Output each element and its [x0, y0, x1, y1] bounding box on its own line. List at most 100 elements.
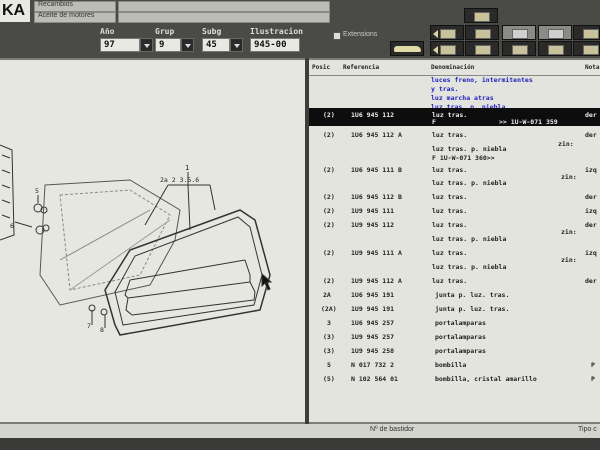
- top-input-3[interactable]: [118, 1, 330, 12]
- row-sub: F: [432, 118, 436, 126]
- row-den: luz tras.: [432, 221, 468, 229]
- row-den: luz tras. p. niebla: [432, 263, 507, 271]
- document-icon: [474, 12, 490, 22]
- illustration-pane[interactable]: 1 2a 2 3.5.6 5 6 7 8: [0, 60, 306, 422]
- toolbar-button-2[interactable]: [573, 25, 600, 40]
- top-label-2: Aceite de motores: [38, 12, 95, 19]
- vehicle-button[interactable]: [390, 41, 424, 56]
- row-pos: (2): [323, 207, 335, 215]
- row-den: bombilla: [435, 361, 467, 369]
- row-extra: izq: [585, 166, 597, 174]
- table-row[interactable]: (3) 1U9 945 257 portalamparas: [309, 330, 600, 344]
- toolbar-button-5[interactable]: [502, 41, 536, 56]
- grup-label: Grup: [155, 27, 175, 36]
- window-icon: [548, 29, 564, 39]
- table-row[interactable]: 3 1U6 945 257 portalamparas: [309, 316, 600, 330]
- top-input-4[interactable]: [118, 12, 330, 23]
- list-icon: [512, 45, 528, 55]
- table-row[interactable]: luz tras. p. niebla: [309, 260, 600, 274]
- header-denominacion: Denominación: [431, 64, 475, 71]
- tail-light-illustration: 1 2a 2 3.5.6 5 6 7 8: [0, 144, 273, 336]
- table-row[interactable]: (3) 1U9 945 258 portalamparas: [309, 344, 600, 358]
- page-icon: [440, 29, 456, 39]
- pencil-icon: [548, 45, 564, 55]
- row-ref: 1U6 945 112 B: [351, 193, 402, 201]
- diagram-label-2: 2a 2 3.5.6: [160, 176, 199, 184]
- row-pos: (2): [323, 277, 335, 285]
- table-row[interactable]: 5 N 017 732 2 bombilla P: [309, 358, 600, 372]
- row-ref: 1U6 945 257: [351, 319, 395, 327]
- row-ref: 1U6 945 191: [351, 291, 395, 299]
- table-row[interactable]: (2) 1U9 945 111 A luz tras. izq: [309, 246, 600, 260]
- anio-dropdown-button[interactable]: [140, 38, 153, 52]
- table-row[interactable]: luz tras. p. niebla: [309, 232, 600, 246]
- row-den: F 1U-W-071 360>>: [432, 154, 495, 162]
- grup-dropdown-button[interactable]: [181, 38, 194, 52]
- row-ref: 1U9 945 112: [351, 221, 395, 229]
- row-den: luz tras.: [432, 249, 468, 257]
- row-pos: (2): [323, 166, 335, 174]
- row-ref: 1U9 945 258: [351, 347, 395, 355]
- toolbar-button-4[interactable]: [465, 41, 499, 56]
- row-den: luz tras.: [432, 131, 468, 139]
- toolbar-button-gray-1[interactable]: [502, 25, 536, 40]
- row-extra: der: [585, 131, 597, 139]
- table-row[interactable]: (2) 1U6 945 112 B luz tras. der: [309, 190, 600, 204]
- row-extra: P: [591, 375, 595, 383]
- row-den: luz tras.: [432, 166, 468, 174]
- row-pos: (2): [323, 131, 335, 139]
- table-header: Posic Referencia Denominación Nota: [309, 64, 600, 75]
- extensions-label: Extensions: [343, 31, 378, 38]
- table-row[interactable]: (2) 1U9 945 112 A luz tras. der: [309, 274, 600, 288]
- status-bar: Nº de bastidor Tipo c: [0, 424, 600, 438]
- row-pos: (2): [323, 249, 335, 257]
- parts-list: Posic Referencia Denominación Nota luces…: [309, 60, 600, 422]
- toolbar-button-6[interactable]: [538, 41, 572, 56]
- row-pos: (2): [323, 221, 335, 229]
- row-den: portalamparas: [435, 333, 486, 341]
- grup-field[interactable]: 9: [155, 38, 181, 52]
- row-pos: (3): [323, 347, 335, 355]
- top-toolbar: KA Recambios Aceite de motores Año 97 Gr…: [0, 0, 600, 58]
- extensions-checkbox[interactable]: [333, 32, 341, 40]
- diagram-label-8: 8: [100, 326, 104, 334]
- toolbar-button-7[interactable]: [573, 41, 600, 56]
- group-title-line: luz marcha atras: [431, 94, 494, 102]
- subg-label: Subg: [202, 27, 222, 36]
- table-row[interactable]: luz tras. p. niebla: [309, 176, 600, 190]
- document-icon: [583, 29, 599, 39]
- row-ref: 1U9 945 111 A: [351, 249, 402, 257]
- car-icon: [394, 46, 421, 52]
- header-nota: Nota: [585, 64, 600, 71]
- row-extra: der: [585, 193, 597, 201]
- row-extra: P: [591, 361, 595, 369]
- diagram-label-7: 7: [87, 322, 91, 330]
- ilustracion-field[interactable]: 945-00: [250, 38, 300, 52]
- row-den: portalamparas: [435, 319, 486, 327]
- table-row[interactable]: (2) 1U6 945 111 B luz tras. izq: [309, 163, 600, 177]
- subg-field[interactable]: 45: [202, 38, 230, 52]
- next-page-button[interactable]: [465, 25, 499, 40]
- ilustracion-label: Ilustracion: [250, 27, 303, 36]
- toolbar-button-3[interactable]: [430, 41, 464, 56]
- header-referencia: Referencia: [343, 64, 380, 71]
- group-title-line: luces freno, intermitentes: [431, 76, 533, 84]
- toolbar-button-1[interactable]: [464, 8, 498, 23]
- subg-dropdown-button[interactable]: [230, 38, 243, 52]
- page-icon: [475, 29, 491, 39]
- anio-field[interactable]: 97: [100, 38, 140, 52]
- toolbar-button-gray-2[interactable]: [538, 25, 572, 40]
- table-row[interactable]: (2) 1U9 945 112 luz tras. der: [309, 218, 600, 232]
- table-row[interactable]: (2) 1U6 945 112 A luz tras. der: [309, 128, 600, 142]
- table-row[interactable]: (2) 1U9 945 111 luz tras. izq: [309, 204, 600, 218]
- row-ref: N 102 564 01: [351, 375, 398, 383]
- prev-page-button[interactable]: [430, 25, 464, 40]
- table-row-selected[interactable]: (2) 1U6 945 112 luz tras. der F >> 1U-W-…: [309, 108, 600, 126]
- table-row[interactable]: (2A) 1U9 945 191 junta p. luz. tras.: [309, 302, 600, 316]
- diagram-label-6: 6: [10, 222, 14, 230]
- row-extra: der: [585, 277, 597, 285]
- row-ref: 1U6 945 112: [351, 111, 395, 119]
- app-logo: KA: [0, 0, 30, 22]
- table-row[interactable]: 2A 1U6 945 191 junta p. luz. tras.: [309, 288, 600, 302]
- table-row[interactable]: (5) N 102 564 01 bombilla, cristal amari…: [309, 372, 600, 386]
